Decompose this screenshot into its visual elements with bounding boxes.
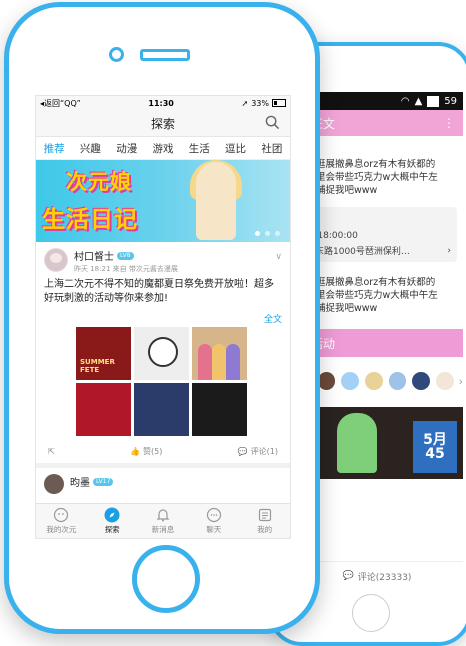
wifi-icon: ◠ [400,95,410,107]
signal-icon: ▲ [414,95,423,107]
post-image-grid: SUMMER FETE [76,327,282,436]
feed-post[interactable]: 昀墨 LV17 [36,468,290,500]
bottom-tab-chat[interactable]: 聊天 [193,507,235,535]
like-button[interactable]: 👍 赞(5) [130,446,162,457]
bottom-tab-bar: 我的次元 探索 新消息 聊天 我的 [36,503,290,538]
post-meta: 昨天 18:21 来自 带次元酱去漫展 [74,265,178,273]
banner-title-line1: 次元娘 [66,170,132,194]
comment-icon: 💬 [342,571,354,581]
post-content: 上海二次元不得不知的魔都夏日祭免费开放啦！超多好玩刺激的活动等你来参加! [44,279,274,304]
face-icon [54,507,69,523]
tab-games[interactable]: 游戏 [150,141,175,156]
post-image[interactable] [192,383,247,436]
post-username[interactable]: 村口督士 [74,248,114,263]
avatar [340,371,360,391]
bottom-tab-explore[interactable]: 探索 [91,507,133,535]
status-bar: ◂返回“QQ” 11:30 ➚ 33% [36,96,290,110]
category-tabs: 推荐 兴趣 动漫 游戏 生活 逗比 社团 [36,137,290,160]
feed-post[interactable]: 村口督士 LV8 昨天 18:21 来自 带次元酱去漫展 ∨ 上海二次元不得不知… [36,242,290,457]
front-phone-screen: ◂返回“QQ” 11:30 ➚ 33% 探索 推荐 兴趣 动漫 游戏 生活 逗比… [35,95,291,539]
poster-date-day: 45 [425,446,445,462]
bottom-tab-label: 我的 [257,525,273,534]
level-badge: LV8 [117,251,134,260]
front-phone: ◂返回“QQ” 11:30 ➚ 33% 探索 推荐 兴趣 动漫 游戏 生活 逗比… [4,2,320,634]
page-title: 探索 [150,116,175,131]
bottom-tab-label: 我的次元 [46,525,77,534]
list-icon [258,508,271,522]
menu-icon[interactable]: ⋮ [443,116,455,130]
tab-funny[interactable]: 逗比 [223,141,248,156]
avatar [411,371,431,391]
bottom-tab-label: 新消息 [151,525,175,534]
camera-icon [109,47,124,62]
bottom-tab-me[interactable]: 我的 [244,507,286,535]
bottom-tab-label: 聊天 [206,525,222,534]
comment-count: 评论(1) [250,447,278,456]
avatar[interactable] [44,474,64,494]
level-badge: LV17 [93,477,114,486]
nav-bar: 探索 [36,110,290,137]
tab-interest[interactable]: 兴趣 [78,141,103,156]
tab-clubs[interactable]: 社团 [259,141,284,156]
avatar [387,371,408,391]
bottom-tab-label: 探索 [104,525,120,534]
banner-character [196,162,236,240]
battery-icon [427,95,440,107]
tab-recommend[interactable]: 推荐 [42,141,67,156]
avatar [434,371,455,391]
comment-icon: 💬 [237,447,248,456]
bottom-tab-my-dimension[interactable]: 我的次元 [40,507,82,535]
poster-figure [337,413,377,473]
post-image[interactable]: SUMMER FETE [76,327,131,380]
status-time: 11:30 [148,98,174,108]
chevron-right-icon: › [458,374,463,388]
post-image[interactable] [134,383,189,436]
post-actions: ⇱ 👍 赞(5) 💬 评论(1) [44,436,282,457]
share-icon: ⇱ [48,447,55,456]
carousel-dot[interactable] [265,231,270,236]
post-image-text: SUMMER FETE [80,358,115,374]
full-text-link[interactable]: 全文 [44,312,282,325]
compass-icon [104,507,120,523]
search-icon[interactable] [265,115,280,130]
post-username[interactable]: 昀墨 [70,474,90,489]
post-image[interactable] [76,383,131,436]
post-image[interactable] [192,327,247,380]
back-status-time: 59 [444,95,457,107]
earpiece [140,49,190,61]
share-button[interactable]: ⇱ [48,447,55,456]
carousel-dot[interactable] [255,231,260,236]
battery-percent: 33% [251,98,269,108]
back-phone-home-button [352,594,390,632]
post-image[interactable] [134,327,189,380]
poster-date-month: 5月 [423,432,447,448]
location-icon: ➚ [241,98,249,108]
avatar [363,371,384,391]
bottom-tab-messages[interactable]: 新消息 [142,507,184,535]
battery-icon [272,99,286,107]
back-to-qq-link[interactable]: ◂返回“QQ” [40,98,81,109]
chevron-right-icon: › [447,245,451,256]
comment-button[interactable]: 💬 评论(1) [238,446,278,457]
tab-anime[interactable]: 动漫 [114,141,139,156]
more-options-icon[interactable]: ∨ [275,252,282,262]
like-count: 赞(5) [143,447,163,456]
back-card-hint: 参加 [297,212,451,223]
avatar[interactable] [44,248,68,272]
poster-date: 5月 45 [413,421,457,473]
tab-life[interactable]: 生活 [187,141,212,156]
banner-carousel[interactable]: 次元娘 生活日记 [36,160,290,242]
chat-bubble-icon [206,507,221,523]
home-button [132,545,200,613]
back-card-time: 00 - 18:00:00 [297,231,358,241]
banner-title-line2: 生活日记 [42,207,138,233]
bell-icon [156,509,170,522]
thumbs-up-icon: 👍 [130,447,140,456]
back-comment-label: 评论(23333) [357,572,412,583]
carousel-dot[interactable] [275,231,280,236]
